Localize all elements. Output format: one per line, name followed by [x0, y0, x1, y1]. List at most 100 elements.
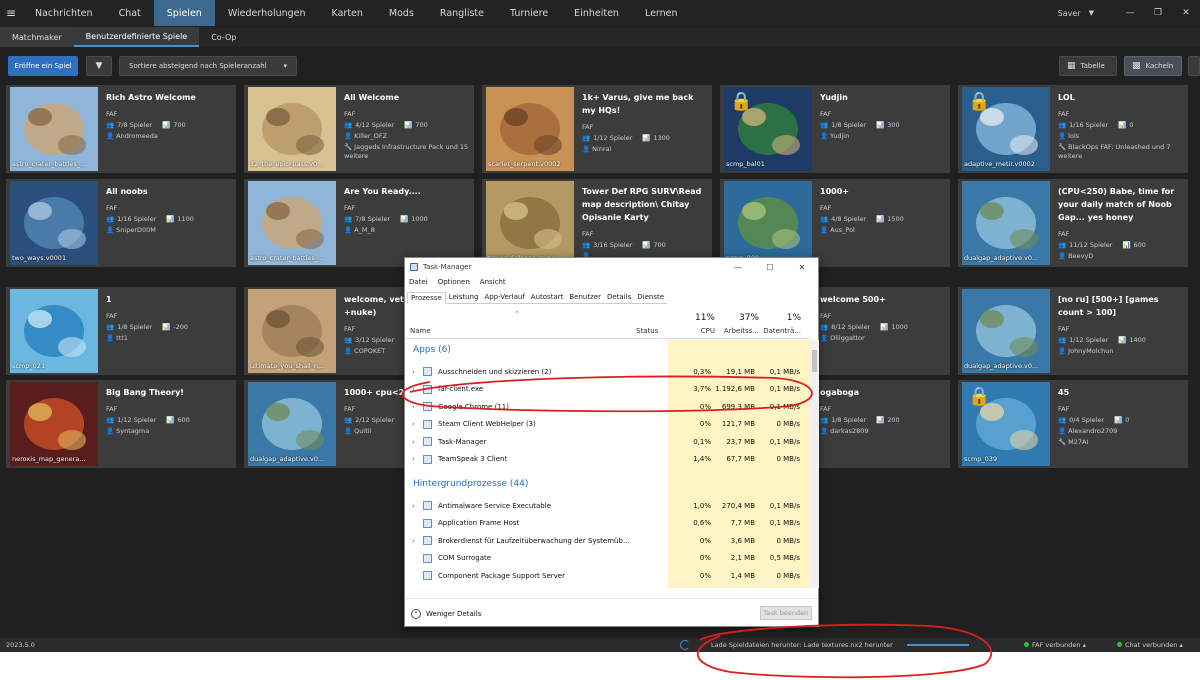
menu-datei[interactable]: Datei: [409, 278, 428, 286]
game-info: Are You Ready.... FAF 👥 7/8 Spieler 📊 1000 👤 A…: [344, 185, 470, 234]
column-cpu[interactable]: CPU: [671, 327, 715, 335]
column-status[interactable]: Status: [636, 327, 658, 335]
expand-chevron-icon[interactable]: ›: [412, 502, 415, 510]
game-tile[interactable]: dualgap_adaptive.v0... [no ru] [500+] [ga…: [958, 287, 1188, 375]
tab-prozesse[interactable]: Prozesse: [407, 292, 446, 304]
tab-leistung[interactable]: Leistung: [445, 292, 482, 304]
players-icon: 👥: [106, 416, 115, 424]
game-tile[interactable]: 🔒 scmp_bal01 Yudjin FAF 👥 1/8 Spieler 📊 300 👤 Yu…: [720, 85, 950, 173]
scrollbar[interactable]: [810, 340, 819, 588]
process-row[interactable]: Application Frame Host 0,6% 7,7 MB 0,1 MB/s: [405, 515, 810, 532]
game-info: [no ru] [500+] [games count > 100] FAF 👥 1/…: [1058, 293, 1184, 355]
chat-connection-status[interactable]: Chat verbunden ▴: [1117, 641, 1183, 649]
tab-spielen[interactable]: Spielen: [153, 0, 215, 26]
disk-total: 1%: [786, 313, 801, 323]
game-tile[interactable]: 12_the_epic_pass.v0... All Welcome FAF 👥 4/1…: [244, 85, 474, 173]
subtab-coop[interactable]: Co-Op: [199, 27, 248, 47]
restore-icon[interactable]: ❐: [1144, 8, 1172, 18]
process-row[interactable]: › Brokerdienst für Laufzeitüberwachung de…: [405, 532, 810, 549]
maximize-icon[interactable]: ☐: [754, 258, 786, 276]
process-row[interactable]: Component Package Support Server 0% 1,4 MB…: [405, 567, 810, 584]
lock-icon: 🔒: [968, 91, 991, 112]
sub-navigation: Matchmaker Benutzerdefinierte Spiele Co-…: [0, 27, 1200, 47]
minimize-icon[interactable]: —: [722, 258, 754, 276]
process-row[interactable]: › Task-Manager 0,1% 23,7 MB 0,1 MB/s: [405, 433, 810, 450]
caret-down-icon[interactable]: ▼: [1089, 9, 1094, 17]
process-row[interactable]: › Google Chrome (11) 0% 699,3 MB 0,1 MB/s: [405, 398, 810, 415]
mods: 🔧 BlackOps FAF: Unleashed und 7 weitere: [1058, 143, 1184, 161]
subtab-matchmaker[interactable]: Matchmaker: [0, 27, 74, 47]
host-icon: 👤: [344, 226, 355, 234]
tab-details[interactable]: Details: [603, 292, 635, 304]
download-status: Lade Spieldateien herunter: Lade texture…: [711, 641, 893, 649]
filter-button[interactable]: ▼: [86, 56, 112, 76]
column-name[interactable]: Name: [410, 327, 431, 335]
process-row[interactable]: › Steam Client WebHelper (3) 0% 121,7 MB 0 M…: [405, 416, 810, 433]
process-row[interactable]: › TeamSpeak 3 Client 1,4% 67,7 MB 0 MB/s: [405, 451, 810, 468]
close-icon[interactable]: ✕: [1172, 8, 1200, 18]
tab-rangliste[interactable]: Rangliste: [427, 0, 497, 26]
process-row[interactable]: › faf-client.exe 3,7% 1.192,6 MB 0,1 MB/s: [405, 381, 810, 398]
host-icon: 👤: [1058, 427, 1069, 435]
more-view-button[interactable]: [1188, 56, 1200, 76]
tab-autostart[interactable]: Autostart: [527, 292, 567, 304]
game-tile[interactable]: 🔒 scmp_039 45 FAF 👥 0/4 Spieler 📊 0 👤 Alexandro2…: [958, 380, 1188, 468]
menu-ansicht[interactable]: Ansicht: [480, 278, 506, 286]
tab-karten[interactable]: Karten: [319, 0, 376, 26]
table-view-button[interactable]: ▦ Tabelle: [1059, 56, 1117, 76]
column-disk[interactable]: Datenträ...: [761, 327, 801, 335]
rating-stat: 📊 1300: [642, 134, 670, 142]
tiles-view-button[interactable]: ▩ Kacheln: [1124, 56, 1182, 76]
close-icon[interactable]: ✕: [786, 258, 818, 276]
task-manager-titlebar[interactable]: Task-Manager — ☐ ✕: [405, 258, 818, 276]
game-tile[interactable]: 🔒 adaptive_metir.v0002 LOL FAF 👥 1/16 Spieler…: [958, 85, 1188, 173]
tab-nachrichten[interactable]: Nachrichten: [22, 0, 106, 26]
game-tile[interactable]: scmp_009 1000+ FAF 👥4/8 Spieler 📊1500 👤 Aus_P…: [720, 179, 950, 267]
scrollbar-thumb[interactable]: [812, 350, 817, 372]
expand-chevron-icon[interactable]: ›: [412, 385, 415, 393]
game-title: welcome 500+: [820, 295, 886, 304]
tab-turniere[interactable]: Turniere: [497, 0, 561, 26]
expand-chevron-icon[interactable]: ›: [412, 537, 415, 545]
process-cpu: 0%: [699, 420, 711, 428]
tab-app-verlauf[interactable]: App-Verlauf: [481, 292, 528, 304]
menu-icon[interactable]: ≡: [0, 0, 22, 26]
menu-optionen[interactable]: Optionen: [438, 278, 470, 286]
tab-dienste[interactable]: Dienste: [634, 292, 668, 304]
game-tile[interactable]: astro_crater_battles_... Are You Ready...…: [244, 179, 474, 267]
minimize-icon[interactable]: —: [1116, 8, 1144, 18]
expand-chevron-icon[interactable]: ›: [412, 438, 415, 446]
tab-einheiten[interactable]: Einheiten: [561, 0, 632, 26]
fewer-details-button[interactable]: ⌃ Weniger Details: [411, 609, 481, 619]
column-memory[interactable]: Arbeitss...: [717, 327, 759, 335]
tab-wiederholungen[interactable]: Wiederholungen: [215, 0, 319, 26]
game-tile[interactable]: tower_defense_survi...Tower Def RPG SURV…: [482, 179, 712, 267]
game-tile[interactable]: scarlet_serpent.v0002 1k+ Varus, give me …: [482, 85, 712, 173]
game-tile[interactable]: scmp_021 1 FAF 👥 1/8 Spieler 📊 -200 👤 ttt1: [6, 287, 236, 375]
faf-connection-status[interactable]: FAF verbunden ▴: [1024, 641, 1086, 649]
tab-lernen[interactable]: Lernen: [632, 0, 691, 26]
process-row[interactable]: COM Surrogate 0% 2,1 MB 0,5 MB/s: [405, 550, 810, 567]
download-progress-bar: [907, 644, 969, 646]
game-tile[interactable]: two_ways.v0001 All noobs FAF 👥 1/16 Spieler 📊…: [6, 179, 236, 267]
expand-chevron-icon[interactable]: ›: [412, 455, 415, 463]
create-game-button[interactable]: Eröffne ein Spiel: [8, 56, 78, 76]
subtab-custom-games[interactable]: Benutzerdefinierte Spiele: [73, 27, 200, 47]
process-row[interactable]: › Antimalware Service Executable 1,0% 270,4…: [405, 497, 810, 514]
tab-chat[interactable]: Chat: [106, 0, 154, 26]
expand-chevron-icon[interactable]: ›: [412, 420, 415, 428]
sort-dropdown[interactable]: Sortiere absteigend nach Spieleranzahl ▾: [119, 56, 297, 76]
expand-chevron-icon[interactable]: ›: [412, 403, 415, 411]
game-tile[interactable]: astro_crater_battles_... Rich Astro Welco…: [6, 85, 236, 173]
tab-benutzer[interactable]: Benutzer: [566, 292, 604, 304]
version-label: 2023.5.0: [6, 641, 35, 649]
game-tile[interactable]: dualgap_adaptive.v0... (CPU<250) Babe, ti…: [958, 179, 1188, 267]
game-tile[interactable]: neroxis_map_genera... Big Bang Theory! FAF…: [6, 380, 236, 468]
process-row[interactable]: › Ausschneiden und skizzieren (2) 0,3% 19,1…: [405, 363, 810, 380]
user-name[interactable]: Saver: [1058, 9, 1081, 18]
end-task-button[interactable]: Task beenden: [760, 606, 812, 620]
expand-chevron-icon[interactable]: ›: [412, 368, 415, 376]
game-stats: 👥 1/12 Spieler 📊 600: [106, 416, 232, 424]
tab-mods[interactable]: Mods: [376, 0, 427, 26]
process-icon: [423, 419, 432, 429]
